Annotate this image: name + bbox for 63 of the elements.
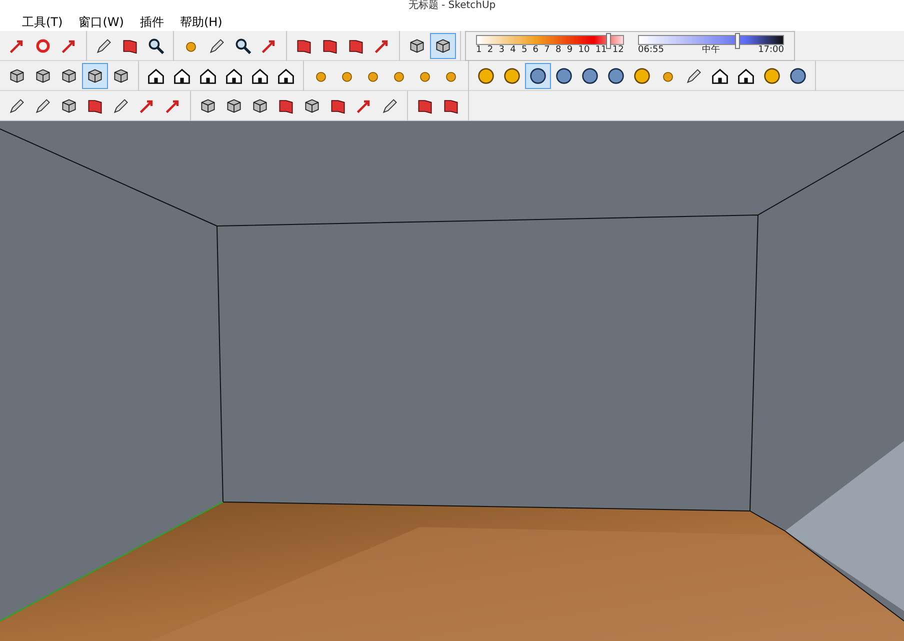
house-icon: [737, 67, 755, 85]
house-icon: [277, 67, 295, 85]
toolbar-button[interactable]: [430, 33, 456, 59]
menu-item[interactable]: 帮助(H): [172, 13, 230, 31]
month-label: 10: [578, 45, 590, 56]
house-icon: [251, 67, 269, 85]
round-badge-icon: [581, 67, 599, 85]
cube-icon: [60, 97, 78, 115]
menu-item[interactable]: 插件: [132, 13, 172, 31]
magnifier-icon: [147, 37, 165, 55]
pencil-icon: [208, 37, 226, 55]
round-badge-icon: [607, 67, 625, 85]
house-icon: [711, 67, 729, 85]
menu-item[interactable]: 工具(T): [14, 13, 71, 31]
cube-icon: [34, 67, 52, 85]
month-label: 8: [556, 45, 562, 56]
cube-icon: [199, 97, 217, 115]
toolbar-button[interactable]: [525, 63, 551, 89]
menu-item[interactable]: 窗口(W): [70, 13, 132, 31]
time-label: 17:00: [758, 45, 784, 56]
month-label: 9: [566, 45, 573, 56]
month-label: 7: [544, 45, 550, 56]
round-badge-icon: [503, 67, 521, 85]
month-label: 12: [612, 45, 624, 56]
round-badge-icon: [529, 67, 547, 85]
month-label: 11: [595, 45, 607, 56]
month-label: 5: [521, 45, 528, 56]
pencil-icon: [112, 97, 130, 115]
house-icon: [199, 67, 217, 85]
month-label: 6: [532, 45, 539, 56]
cube-icon: [112, 67, 130, 85]
month-label: 3: [498, 45, 504, 56]
house-icon: [173, 67, 191, 85]
round-badge-icon: [789, 67, 807, 85]
month-label: 1: [476, 45, 482, 56]
magnifier-icon: [234, 37, 252, 55]
slider-thumb[interactable]: [734, 33, 740, 49]
round-badge-icon: [555, 67, 573, 85]
month-label: 2: [487, 45, 494, 56]
cube-icon: [86, 67, 104, 85]
time-label: 06:55: [638, 45, 664, 56]
round-badge-icon: [763, 67, 781, 85]
pencil-icon: [95, 37, 113, 55]
cube-icon: [408, 37, 426, 55]
slider-thumb[interactable]: [606, 33, 612, 49]
time-label: 中午: [702, 45, 720, 56]
cube-icon: [8, 67, 26, 85]
cube-icon: [60, 67, 78, 85]
cube-icon: [225, 97, 243, 115]
cube-icon: [434, 37, 452, 55]
window-title: 无标题 - SketchUp: [408, 0, 496, 12]
pencil-icon: [685, 67, 703, 85]
house-icon: [147, 67, 165, 85]
pencil-icon: [8, 97, 26, 115]
round-badge-icon: [633, 67, 651, 85]
cube-icon: [303, 97, 321, 115]
cube-icon: [251, 97, 269, 115]
toolbar-button[interactable]: [82, 63, 108, 89]
house-icon: [225, 67, 243, 85]
month-label: 4: [510, 45, 516, 56]
pencil-icon: [381, 97, 399, 115]
round-badge-icon: [477, 67, 495, 85]
pencil-icon: [34, 97, 52, 115]
